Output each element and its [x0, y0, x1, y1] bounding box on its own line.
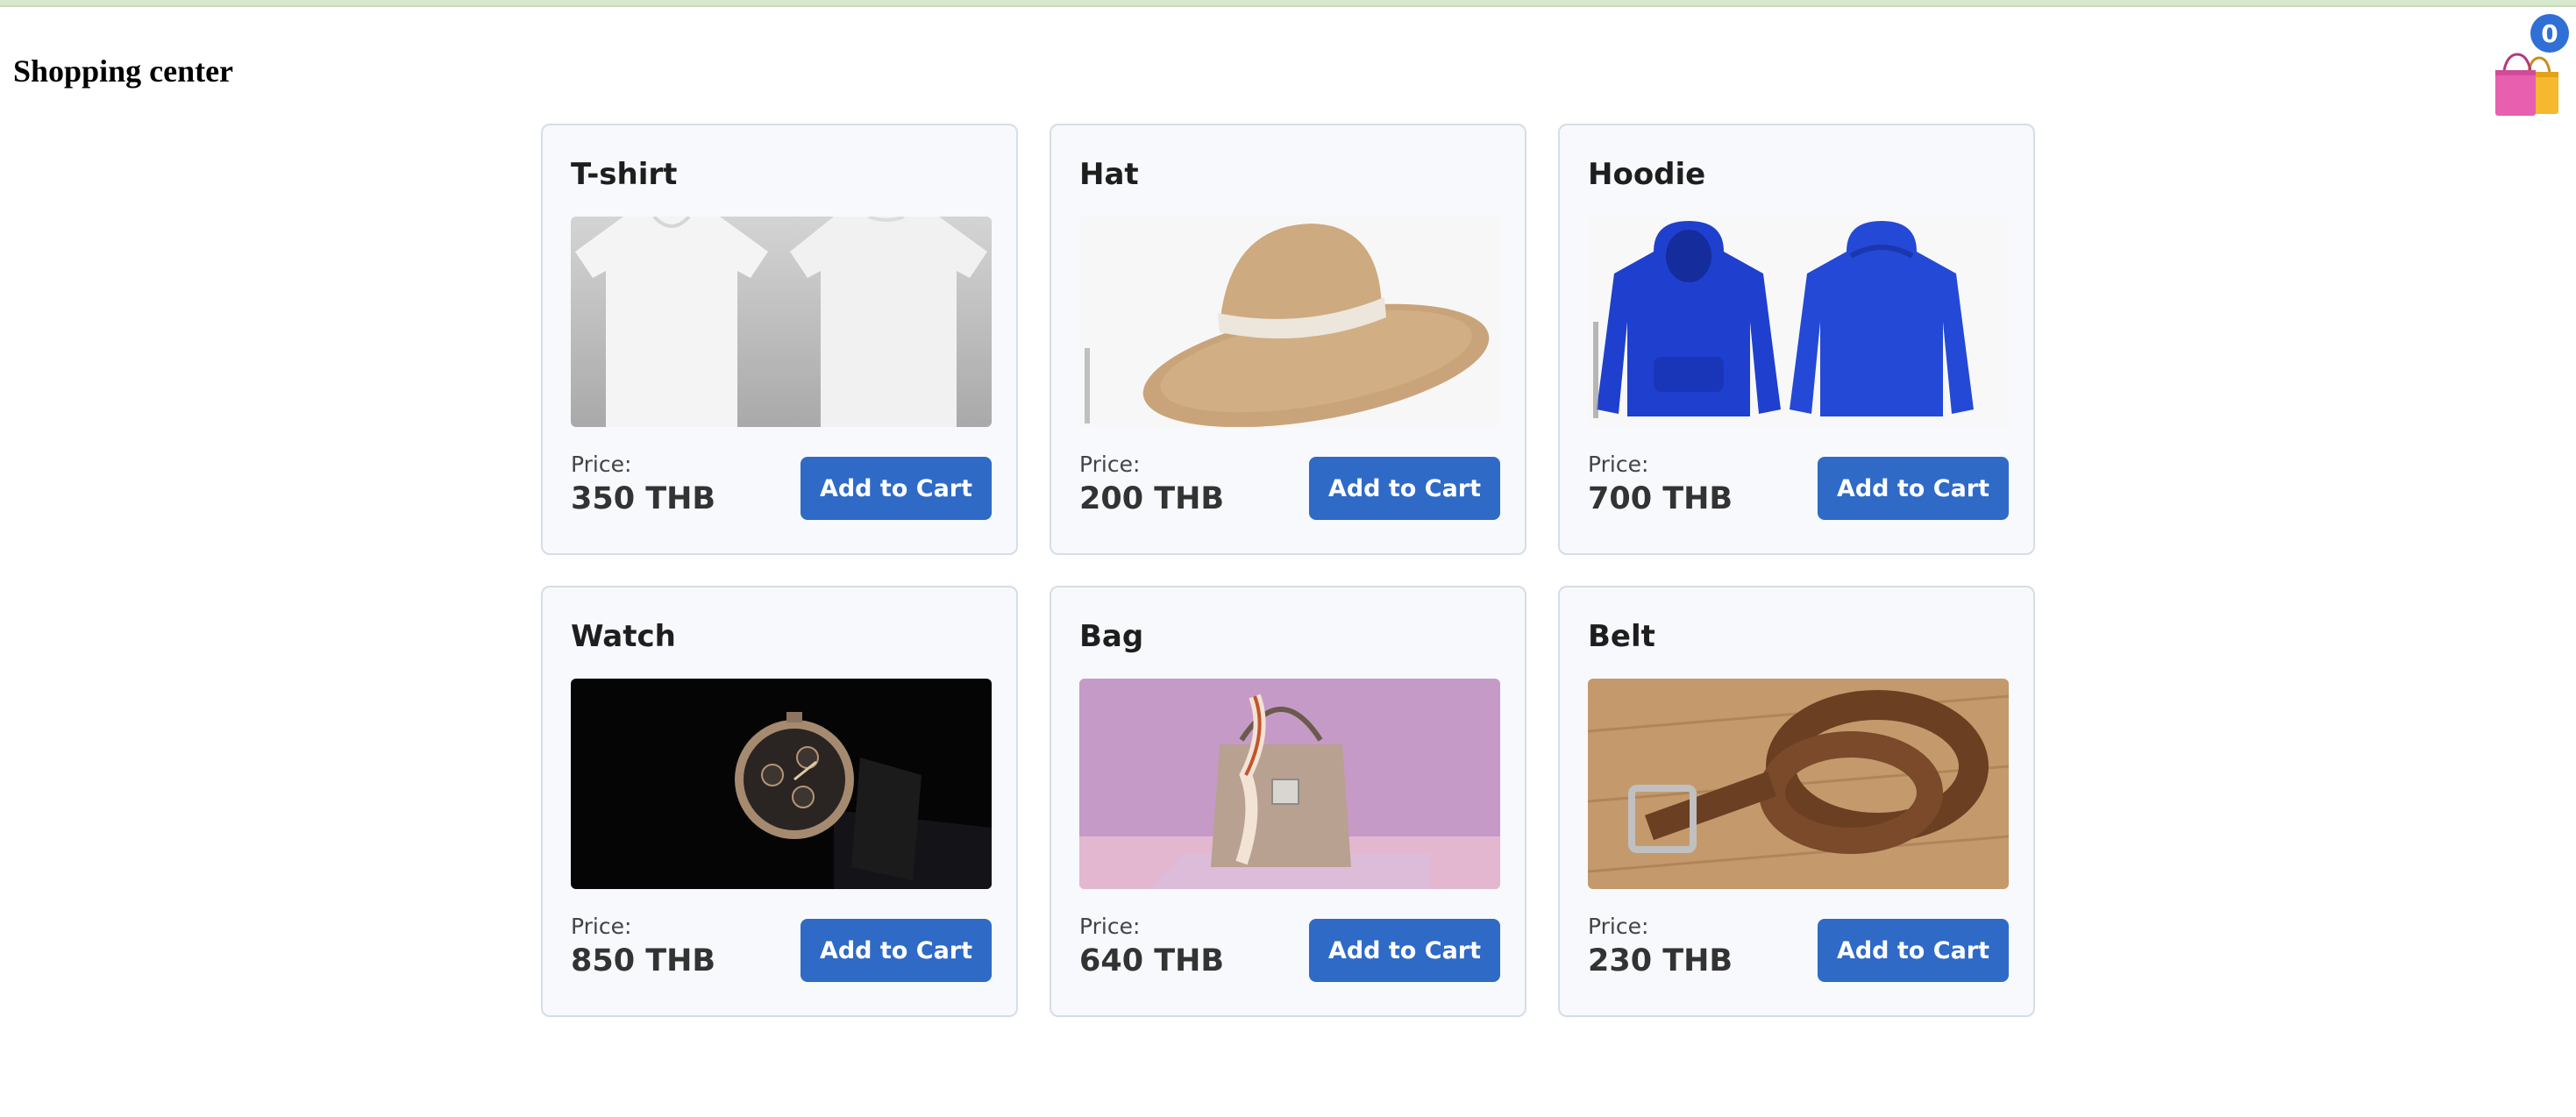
product-image-hat [1079, 217, 1500, 427]
price-label: Price: [1079, 914, 1141, 939]
top-border [0, 0, 2576, 7]
price-value: 640 THB [1079, 943, 1225, 978]
product-title: Hat [1079, 157, 1139, 192]
price-label: Price: [1079, 452, 1141, 477]
cart-button[interactable]: 0 [2490, 14, 2569, 116]
add-to-cart-button-watch[interactable]: Add to Cart [801, 919, 992, 982]
cart-count-badge: 0 [2530, 14, 2569, 53]
add-to-cart-button-hoodie[interactable]: Add to Cart [1818, 457, 2009, 520]
price-label: Price: [1588, 914, 1649, 939]
hoodie-image [1588, 217, 2009, 427]
product-card-watch: Watch Price: 850 THB Add to Cart [541, 586, 1018, 1017]
product-card-tshirt: T-shirt Price: 350 THB Add to Cart [541, 124, 1018, 555]
product-title: Belt [1588, 619, 1655, 654]
add-to-cart-button-hat[interactable]: Add to Cart [1309, 457, 1500, 520]
product-card-hat: Hat Price: 200 THB Add to Cart [1050, 124, 1526, 555]
price-label: Price: [571, 914, 632, 939]
product-image-bag [1079, 679, 1500, 889]
price-value: 230 THB [1588, 943, 1733, 978]
product-title: Hoodie [1588, 157, 1706, 192]
price-label: Price: [571, 452, 632, 477]
price-value: 200 THB [1079, 481, 1225, 516]
product-card-belt: Belt Price: 230 THB Add to Cart [1558, 586, 2035, 1017]
price-value: 350 THB [571, 481, 716, 516]
bag-image [1079, 679, 1500, 889]
product-image-watch [571, 679, 992, 889]
price-value: 700 THB [1588, 481, 1733, 516]
product-image-hoodie [1588, 217, 2009, 427]
product-title: Bag [1079, 619, 1144, 654]
watch-image [571, 679, 992, 889]
product-image-belt [1588, 679, 2009, 889]
product-card-hoodie: Hoodie Price: 700 THB Add to Cart [1558, 124, 2035, 555]
product-title: Watch [571, 619, 676, 654]
add-to-cart-button-bag[interactable]: Add to Cart [1309, 919, 1500, 982]
product-title: T-shirt [571, 157, 678, 192]
page-title: Shopping center [13, 53, 234, 89]
add-to-cart-button-belt[interactable]: Add to Cart [1818, 919, 2009, 982]
price-label: Price: [1588, 452, 1649, 477]
hat-image [1079, 217, 1500, 427]
belt-image [1588, 679, 2009, 889]
price-value: 850 THB [571, 943, 716, 978]
product-card-bag: Bag Price: 640 THB Add to Cart [1050, 586, 1526, 1017]
product-image-tshirt [571, 217, 992, 427]
add-to-cart-button-tshirt[interactable]: Add to Cart [801, 457, 992, 520]
tshirt-image [571, 217, 992, 427]
